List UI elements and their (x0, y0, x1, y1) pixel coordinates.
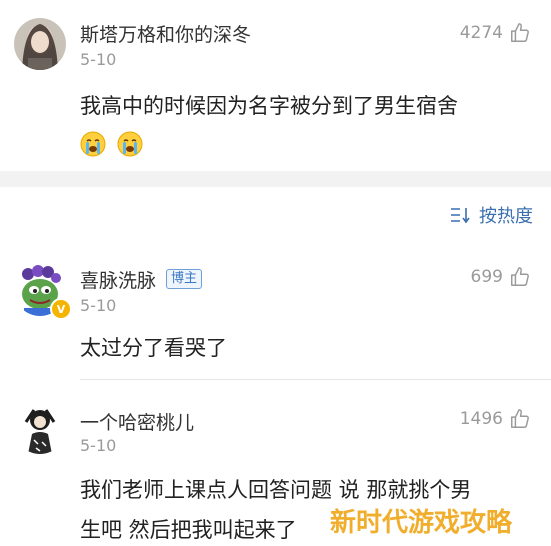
emoji-row (80, 126, 533, 160)
username[interactable]: 斯塔万格和你的深冬 (80, 20, 251, 47)
comment-text: 我高中的时候因为名字被分到了男生宿舍 (80, 86, 533, 160)
comment-text: 太过分了看哭了 (80, 336, 227, 360)
like-button[interactable]: 4274 (460, 22, 531, 44)
thumbs-up-icon (511, 409, 529, 428)
comment-page: 斯塔万格和你的深冬 5-10 4274 我高中的时候因为名字被分到了男生宿舍 按… (0, 0, 551, 546)
like-count: 4274 (459, 23, 503, 43)
comment-item: 斯塔万格和你的深冬 5-10 4274 我高中的时候因为名字被分到了男生宿舍 (0, 0, 551, 171)
comment-date: 5-10 (80, 436, 117, 455)
sort-icon (451, 208, 470, 224)
avatar[interactable] (14, 18, 66, 70)
crying-face-icon (117, 131, 143, 157)
like-count: 699 (470, 267, 503, 287)
like-count: 1496 (459, 409, 503, 429)
author-badge: 博主 (166, 269, 203, 289)
comment-item: V 喜脉洗脉 博主 5-10 699 太过分了看哭了 (0, 250, 551, 380)
comment-date: 5-10 (80, 296, 117, 315)
section-separator (0, 171, 551, 187)
username[interactable]: 喜脉洗脉 (80, 266, 156, 293)
avatar[interactable] (14, 402, 66, 454)
like-button[interactable]: 1496 (460, 408, 531, 430)
sort-label: 按热度 (479, 206, 533, 227)
watermark: 新时代游戏攻略 (330, 508, 513, 538)
thumbs-up-icon (511, 267, 529, 286)
comment-text-line: 我高中的时候因为名字被分到了男生宿舍 (80, 94, 458, 118)
username[interactable]: 一个哈密桃儿 (80, 408, 194, 435)
comment-date: 5-10 (80, 50, 117, 69)
like-button[interactable]: 699 (471, 266, 531, 288)
verified-badge-icon: V (50, 298, 72, 320)
crying-face-icon (80, 131, 106, 157)
thumbs-up-icon (511, 23, 529, 42)
sort-by-heat-button[interactable]: 按热度 (449, 202, 533, 228)
